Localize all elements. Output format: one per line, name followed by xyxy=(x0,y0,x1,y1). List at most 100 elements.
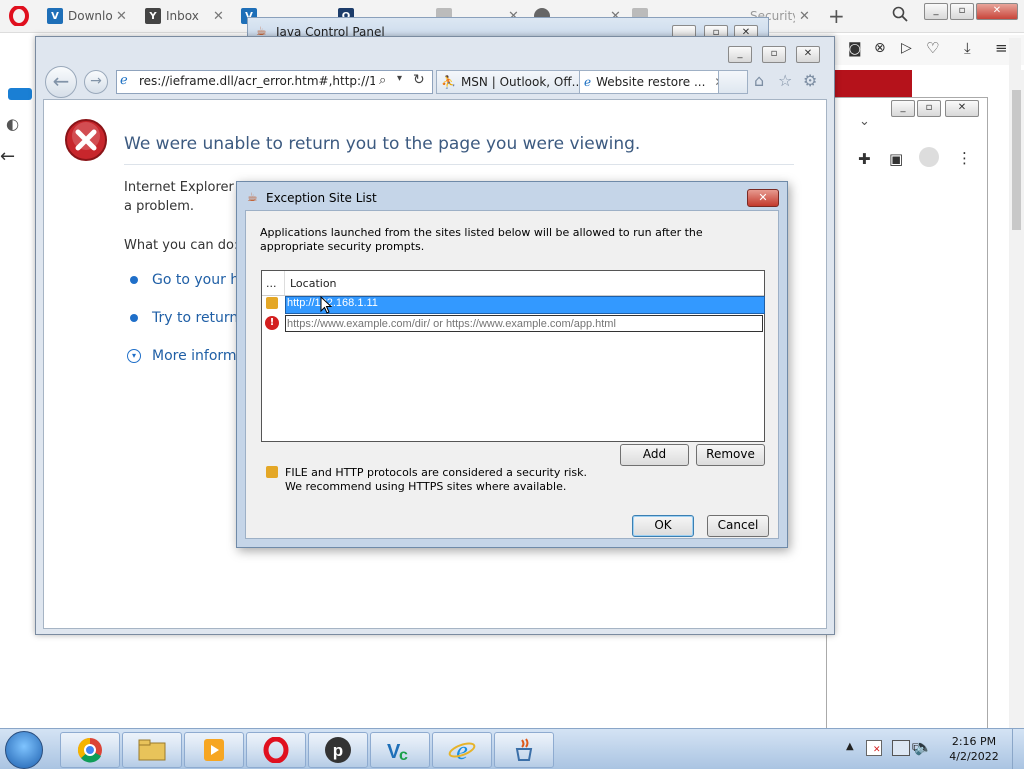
java-icon[interactable] xyxy=(494,732,554,768)
address-text[interactable]: res://ieframe.dll/acr_error.htm#,http://… xyxy=(139,74,375,88)
new-tab-button[interactable] xyxy=(718,70,748,94)
favorites-star-icon[interactable]: ☆ xyxy=(778,71,792,90)
chrome-icon[interactable] xyxy=(60,732,120,768)
download-icon[interactable]: ⤓ xyxy=(964,39,971,57)
bullet xyxy=(130,314,138,322)
tab-msn[interactable]: ⛹ MSN | Outlook, Off... xyxy=(436,70,580,94)
sync-icon xyxy=(8,88,32,100)
more-info-link[interactable]: More informa xyxy=(152,348,245,364)
site-table[interactable]: ... Location http://192.168.1.11 ! xyxy=(261,270,765,442)
divider xyxy=(124,164,794,165)
close-icon[interactable]: ✕ xyxy=(213,9,224,24)
ie-page-icon: ℯ xyxy=(120,73,128,88)
heart-icon[interactable]: ♡ xyxy=(926,39,939,57)
camera-icon[interactable]: ◙ xyxy=(848,41,862,57)
minimize-button[interactable]: _ xyxy=(891,100,915,117)
column-header[interactable]: ... xyxy=(266,277,277,290)
tab-label: Inbox xyxy=(166,9,199,23)
unlock-icon xyxy=(266,297,278,309)
unlock-icon xyxy=(266,466,278,478)
try-return-link[interactable]: Try to return t xyxy=(152,310,248,326)
dropdown-icon[interactable]: ▾ xyxy=(397,73,402,84)
forward-button[interactable]: → xyxy=(84,70,108,94)
opera-logo-icon[interactable] xyxy=(9,5,29,27)
location-input[interactable] xyxy=(285,315,763,332)
explorer-icon[interactable] xyxy=(122,732,182,768)
tab-label: Downlo xyxy=(68,9,113,23)
expand-icon[interactable]: ▾ xyxy=(127,349,141,363)
chevron-down-icon[interactable]: ⌄ xyxy=(859,114,870,129)
address-bar[interactable]: ℯ res://ieframe.dll/acr_error.htm#,http:… xyxy=(116,70,433,94)
show-desktop-button[interactable] xyxy=(1012,729,1024,769)
red-banner xyxy=(834,70,912,98)
description: Applications launched from the sites lis… xyxy=(260,226,703,253)
close-button[interactable]: ✕ xyxy=(945,100,979,117)
mouse-cursor-icon xyxy=(320,295,333,317)
remove-button[interactable]: Remove xyxy=(696,444,765,466)
new-tab-button[interactable]: + xyxy=(828,4,845,28)
ok-button[interactable]: OK xyxy=(632,515,694,537)
tray-expand-icon[interactable]: ▲ xyxy=(846,741,854,752)
table-row[interactable]: http://192.168.1.11 xyxy=(262,296,765,314)
minimize-button[interactable]: _ xyxy=(924,3,948,20)
column-header[interactable]: Location xyxy=(290,277,337,290)
ie-page-icon: ℯ xyxy=(584,75,592,89)
body-text: Internet Explorer h a problem. xyxy=(124,178,246,216)
warning-line: We recommend using HTTPS sites where ava… xyxy=(285,480,567,493)
send-icon[interactable]: ▷ xyxy=(901,40,912,56)
media-icon[interactable] xyxy=(184,732,244,768)
gear-icon[interactable]: ⚙ xyxy=(803,71,817,90)
profile-icon[interactable] xyxy=(919,147,939,167)
yahoo-icon: Y xyxy=(145,8,161,24)
close-icon[interactable]: ✕ xyxy=(799,9,810,24)
ie-icon[interactable]: e xyxy=(432,732,492,768)
search-icon[interactable] xyxy=(892,6,908,25)
home-icon[interactable]: ⌂ xyxy=(754,71,764,90)
puzzle-icon[interactable]: ✚ xyxy=(858,150,871,168)
sidepanel-icon[interactable]: ▣ xyxy=(889,150,903,168)
opera-toolbar: ◙ ⊗ ▷ ♡ ⤓ ≡ xyxy=(834,35,1024,65)
tray-network-icon[interactable] xyxy=(892,740,910,756)
add-button[interactable]: Add xyxy=(620,444,689,466)
cancel-button[interactable]: Cancel xyxy=(707,515,769,537)
search-icon[interactable]: ⌕ xyxy=(379,73,386,88)
what-you-can-do: What you can do: xyxy=(124,238,239,253)
tab-website-restore[interactable]: ℯ Website restore ... ✕ xyxy=(579,70,720,94)
bullet xyxy=(130,276,138,284)
chrome-window: _ ▫ ✕ ⌄ ✚ ▣ ⋮ xyxy=(826,38,1021,729)
p-icon[interactable]: p xyxy=(308,732,368,768)
svg-text:c: c xyxy=(399,747,408,763)
opera-icon[interactable] xyxy=(246,732,306,768)
menu-icon[interactable]: ≡ xyxy=(995,39,1008,57)
refresh-icon[interactable]: ↻ xyxy=(413,72,425,88)
block-icon[interactable]: ⊗ xyxy=(874,40,886,56)
vc-icon[interactable]: Vc xyxy=(370,732,430,768)
tray-flag-icon[interactable]: ✕ xyxy=(866,740,882,756)
maximize-button[interactable]: ▫ xyxy=(917,100,941,117)
close-button[interactable]: ✕ xyxy=(976,3,1018,20)
more-menu-icon[interactable]: ⋮ xyxy=(957,149,972,167)
start-button[interactable] xyxy=(5,731,43,769)
table-row[interactable]: ! xyxy=(262,315,764,332)
clock[interactable]: 2:16 PM 4/2/2022 xyxy=(944,734,1004,764)
back-arrow-icon[interactable]: ← xyxy=(0,146,15,167)
tab-label: Website restore ... xyxy=(596,75,706,89)
close-button[interactable]: ✕ xyxy=(796,46,820,63)
back-button[interactable]: ← xyxy=(45,66,77,98)
tab-inbox[interactable]: Y Inbox xyxy=(145,3,215,29)
go-home-link[interactable]: Go to your ho xyxy=(152,272,248,288)
clock-time: 2:16 PM xyxy=(951,735,997,748)
close-icon[interactable]: ✕ xyxy=(116,9,127,24)
page-title: We were unable to return you to the page… xyxy=(124,134,641,154)
minimize-button[interactable]: _ xyxy=(728,46,752,63)
volume-icon[interactable]: 🔈 xyxy=(914,738,933,756)
location-cell[interactable]: http://192.168.1.11 xyxy=(287,297,378,309)
page-scrollbar[interactable] xyxy=(1010,70,1024,728)
column-divider xyxy=(284,271,285,295)
dialog-title: Exception Site List xyxy=(266,191,377,205)
taskbar: p Vc e ▲ ✕ ⧉ 🔈 2:16 PM 4/2/2022 xyxy=(0,728,1024,769)
maximize-button[interactable]: ▫ xyxy=(762,46,786,63)
maximize-button[interactable]: ▫ xyxy=(950,3,974,20)
body-text-line: a problem. xyxy=(124,199,195,214)
close-button[interactable]: ✕ xyxy=(747,189,779,207)
